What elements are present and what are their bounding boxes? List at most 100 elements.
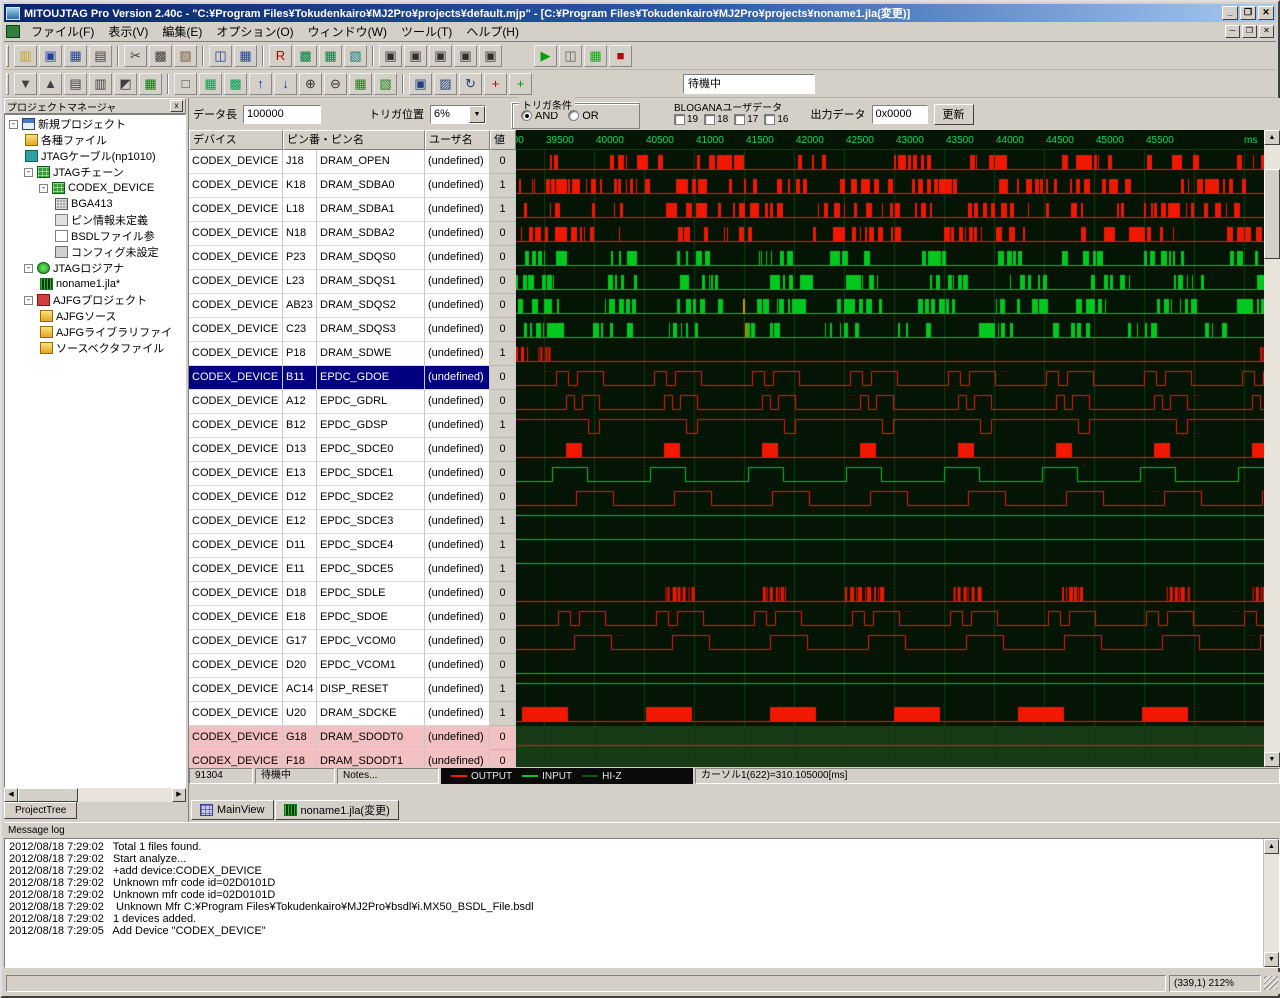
refresh-button[interactable]: ↻ xyxy=(459,73,482,95)
signal-row-dram_sdodt1[interactable]: CODEX_DEVICEF18DRAM_SDODT1(undefined)0 xyxy=(189,750,516,767)
minimize-button[interactable]: _ xyxy=(1222,6,1238,20)
tile-windows-button[interactable]: ◫ xyxy=(209,45,232,67)
import-data-button[interactable]: ▥ xyxy=(89,73,112,95)
add-output-signal-button[interactable]: + xyxy=(484,73,507,95)
tree-expand-icon[interactable]: - xyxy=(24,168,33,177)
tree-expand-icon[interactable]: - xyxy=(9,120,18,129)
notes-button[interactable]: Notes... xyxy=(337,768,439,784)
waveform-vertical-scrollbar[interactable]: ▲ ▼ xyxy=(1264,130,1280,767)
tree-item-bga413[interactable]: BGA413 xyxy=(5,196,185,212)
load-waveform-button[interactable]: ▲ xyxy=(39,73,62,95)
tab-noname1[interactable]: noname1.jla(変更) xyxy=(275,800,399,820)
signal-row-epdc_sdoe[interactable]: CODEX_DEVICEE18EPDC_SDOE(undefined)0 xyxy=(189,606,516,630)
pause-button[interactable]: ◫ xyxy=(559,45,582,67)
cascade-windows-button[interactable]: ▦ xyxy=(234,45,257,67)
intest-mode-button[interactable]: ▣ xyxy=(454,45,477,67)
copy-button[interactable]: ▩ xyxy=(149,45,172,67)
mdi-restore-button[interactable]: ❐ xyxy=(1242,25,1257,38)
led-monitor-button[interactable]: ▦ xyxy=(584,45,607,67)
scroll-down-icon[interactable]: ▼ xyxy=(1264,752,1280,767)
header-user[interactable]: ユーザ名 xyxy=(425,130,490,150)
mdi-close-button[interactable]: ✕ xyxy=(1259,25,1274,38)
signal-row-dram_sdqs2[interactable]: CODEX_DEVICEAB23DRAM_SDQS2(undefined)0 xyxy=(189,294,516,318)
tree-expand-icon[interactable]: - xyxy=(24,264,33,273)
signal-row-epdc_vcom0[interactable]: CODEX_DEVICEG17EPDC_VCOM0(undefined)0 xyxy=(189,630,516,654)
menu-item-file[interactable]: ファイル(F) xyxy=(24,21,101,42)
trigger-position-select[interactable]: 6% ▼ xyxy=(430,105,486,124)
signal-row-epdc_gdoe[interactable]: CODEX_DEVICEB11EPDC_GDOE(undefined)0 xyxy=(189,366,516,390)
tree-item-codex_device[interactable]: -CODEX_DEVICE xyxy=(5,180,185,196)
signal-row-dram_sdqs3[interactable]: CODEX_DEVICEC23DRAM_SDQS3(undefined)0 xyxy=(189,318,516,342)
resize-grip[interactable] xyxy=(1264,976,1278,990)
tree-horizontal-scrollbar[interactable]: ◀ ▶ xyxy=(4,788,186,802)
signal-row-dram_sdcke[interactable]: CODEX_DEVICEU20DRAM_SDCKE(undefined)1 xyxy=(189,702,516,726)
paste-button[interactable]: ▧ xyxy=(174,45,197,67)
scroll-down-button[interactable]: ↓ xyxy=(274,73,297,95)
jtag-scan-button[interactable]: ▦ xyxy=(319,45,342,67)
tree-item-ajfg-[interactable]: -AJFGプロジェクト xyxy=(5,292,185,308)
scrollbar-thumb[interactable] xyxy=(18,788,78,802)
measure-button[interactable]: ◩ xyxy=(114,73,137,95)
signal-row-epdc_gdrl[interactable]: CODEX_DEVICEA12EPDC_GDRL(undefined)0 xyxy=(189,390,516,414)
zoom-in-button[interactable]: ⊕ xyxy=(299,73,322,95)
tab-mainview[interactable]: MainView xyxy=(191,800,274,820)
signal-row-dram_sdba2[interactable]: CODEX_DEVICEN18DRAM_SDBA2(undefined)0 xyxy=(189,222,516,246)
tree-item-jtag-np1010-[interactable]: JTAGケーブル(np1010) xyxy=(5,148,185,164)
tree-item-jtag-[interactable]: -JTAGロジアナ xyxy=(5,260,185,276)
signal-row-dram_sdqs0[interactable]: CODEX_DEVICEP23DRAM_SDQS0(undefined)0 xyxy=(189,246,516,270)
tree-item-noname1-jla-[interactable]: noname1.jla* xyxy=(5,276,185,292)
bit-17-checkbox[interactable]: 17 xyxy=(734,114,758,125)
toolbar-grip[interactable] xyxy=(6,73,9,95)
print-button[interactable]: ▤ xyxy=(89,45,112,67)
output-data-input[interactable] xyxy=(872,105,928,124)
tree-item-ajfg-[interactable]: AJFGソース xyxy=(5,308,185,324)
tree-expand-icon[interactable]: - xyxy=(24,296,33,305)
header-device[interactable]: デバイス xyxy=(189,130,283,150)
menu-item-window[interactable]: ウィンドウ(W) xyxy=(301,21,394,42)
signal-row-dram_sdba0[interactable]: CODEX_DEVICEK18DRAM_SDBA0(undefined)1 xyxy=(189,174,516,198)
trigger-or-radio[interactable]: OR xyxy=(568,110,599,122)
header-value[interactable]: 値 xyxy=(490,130,516,150)
scroll-down-icon[interactable]: ▼ xyxy=(1264,952,1279,967)
chevron-down-icon[interactable]: ▼ xyxy=(469,106,485,123)
menu-item-option[interactable]: オプション(O) xyxy=(209,21,300,42)
maximize-button[interactable]: ❐ xyxy=(1240,6,1256,20)
panel-close-icon[interactable]: x xyxy=(170,100,183,112)
signal-row-epdc_sdce1[interactable]: CODEX_DEVICEE13EPDC_SDCE1(undefined)0 xyxy=(189,462,516,486)
save-project-button[interactable]: ▣ xyxy=(39,45,62,67)
tree-item--[interactable]: -新規プロジェクト xyxy=(5,116,185,132)
scroll-up-button[interactable]: ↑ xyxy=(249,73,272,95)
mdi-minimize-button[interactable]: ─ xyxy=(1225,25,1240,38)
bit-19-checkbox[interactable]: 19 xyxy=(674,114,698,125)
scroll-up-icon[interactable]: ▲ xyxy=(1264,839,1279,854)
blogana-view-button[interactable]: ▦ xyxy=(199,73,222,95)
counter-button[interactable]: ▦ xyxy=(139,73,162,95)
signal-row-dram_sdwe[interactable]: CODEX_DEVICEP18DRAM_SDWE(undefined)1 xyxy=(189,342,516,366)
tree-item-bsdl-[interactable]: BSDLファイル参 xyxy=(5,228,185,244)
sample-mode-button[interactable]: ▣ xyxy=(404,45,427,67)
close-button[interactable]: ✕ xyxy=(1258,6,1274,20)
open-project-button[interactable]: ▥ xyxy=(14,45,37,67)
signal-row-epdc_sdce5[interactable]: CODEX_DEVICEE11EPDC_SDCE5(undefined)1 xyxy=(189,558,516,582)
zoom-out-button[interactable]: ⊖ xyxy=(324,73,347,95)
signal-row-epdc_sdce4[interactable]: CODEX_DEVICED11EPDC_SDCE4(undefined)1 xyxy=(189,534,516,558)
signal-row-disp_reset[interactable]: CODEX_DEVICEAC14DISP_RESET(undefined)1 xyxy=(189,678,516,702)
extest-mode-button[interactable]: ▣ xyxy=(429,45,452,67)
stop-button[interactable]: ■ xyxy=(609,45,632,67)
save-waveform-button[interactable]: ▼ xyxy=(14,73,37,95)
signal-row-epdc_sdce2[interactable]: CODEX_DEVICED12EPDC_SDCE2(undefined)0 xyxy=(189,486,516,510)
start-button[interactable]: ▶ xyxy=(534,45,557,67)
tree-item--[interactable]: ソースベクタファイル xyxy=(5,340,185,356)
mdi-child-icon[interactable] xyxy=(6,25,20,38)
tree-item--[interactable]: ピン情報未定義 xyxy=(5,212,185,228)
add-input-signal-button[interactable]: + xyxy=(509,73,532,95)
tree-item-jtag-[interactable]: -JTAGチェーン xyxy=(5,164,185,180)
menu-item-view[interactable]: 表示(V) xyxy=(101,21,155,42)
scroll-up-icon[interactable]: ▲ xyxy=(1264,130,1280,145)
jtag-idcode-button[interactable]: ▩ xyxy=(294,45,317,67)
waveform-canvas[interactable] xyxy=(516,150,1264,767)
signal-row-epdc_sdle[interactable]: CODEX_DEVICED18EPDC_SDLE(undefined)0 xyxy=(189,582,516,606)
boundary-scan-button[interactable]: ▣ xyxy=(379,45,402,67)
analyze-view-button[interactable]: ▦ xyxy=(349,73,372,95)
bit-16-checkbox[interactable]: 16 xyxy=(764,114,788,125)
